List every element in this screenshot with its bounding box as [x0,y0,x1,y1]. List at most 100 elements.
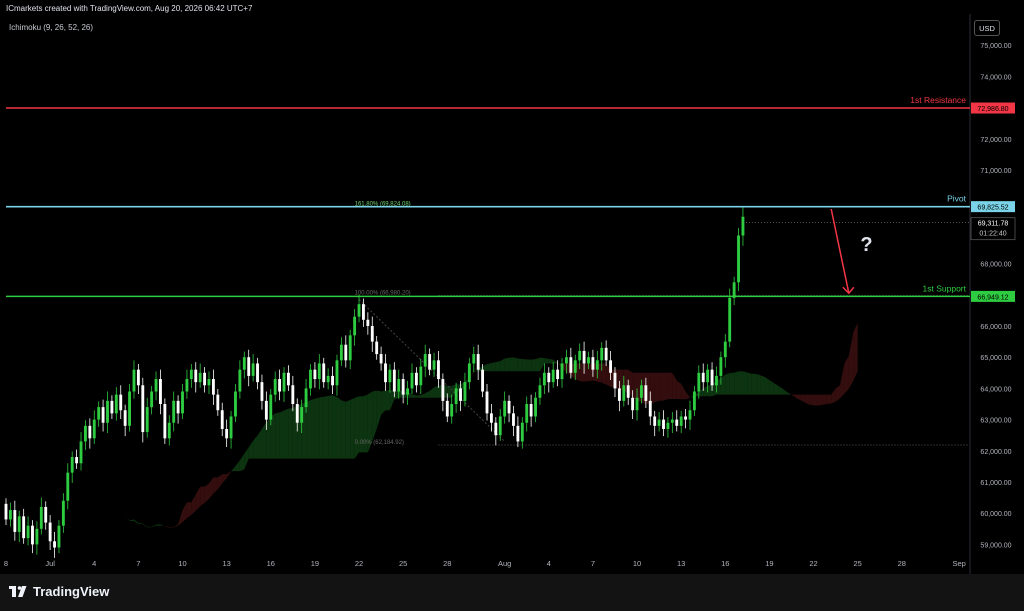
candle-body [467,363,471,383]
candle-body [119,394,123,411]
candle-body [692,391,696,411]
level-price-label-resistance: 72,986.80 [977,106,1008,113]
price-axis-label: 71,000.00 [980,168,1011,175]
candle-body [106,400,109,423]
cloud-segment [266,416,271,459]
candle-body [207,379,211,386]
candle-body [653,416,657,426]
candle-body [737,235,740,283]
candle-body [476,354,480,370]
candle-body [216,394,220,411]
candle-body [295,404,299,423]
price-axis-label: 74,000.00 [980,74,1011,81]
candle-body [437,360,440,380]
candle-body [238,369,242,392]
level-price-label-pivot: 69,825.52 [977,205,1008,212]
candle-body [229,416,233,439]
candle-body [507,400,511,414]
candle-body [604,347,608,361]
candle-body [66,472,70,501]
candle-body [648,400,652,417]
candle-body [57,525,61,548]
cloud-segment [306,400,311,459]
cloud-segment [632,372,638,401]
candle-body [529,404,533,417]
candle-body [631,397,635,411]
candle-body [211,379,215,395]
candle-body [410,372,414,389]
cloud-segment [725,372,730,395]
cloud-segment [751,373,757,395]
candle-body [622,385,626,401]
cloud-segment [738,371,743,395]
cloud-segment [720,374,726,395]
candle-body [675,419,679,426]
cloud-segment [544,358,549,364]
candle-body [13,510,17,532]
level-name-pivot: Pivot [947,194,967,204]
candle-body [136,369,140,386]
candle-body [578,350,582,361]
candle-body [362,304,365,320]
candle-body [251,363,255,376]
time-axis-label: 4 [92,559,96,568]
candle-body [388,369,392,383]
candle-body [234,391,237,417]
candle-body [512,413,515,426]
candle-body [706,369,710,383]
time-axis-label: 25 [399,559,407,568]
price-axis-label: 65,000.00 [980,355,1011,362]
candle-body [609,360,612,373]
candle-body [8,510,12,520]
candle-body [88,425,92,439]
candle-body [326,375,330,383]
cloud-segment [756,373,761,395]
tradingview-logo[interactable]: TradingView [9,584,109,599]
cloud-segment [328,395,333,459]
cloud-segment [853,322,858,381]
time-axis-label: Aug [498,559,511,568]
candle-body [145,407,149,433]
candle-body [322,363,326,383]
candle-body [719,357,723,376]
cloud-segment [747,372,752,395]
candle-body [489,413,493,423]
candle-body [723,341,727,358]
fib-label: 100.00% (66,980.20) [355,290,411,296]
candle-body [4,503,8,520]
candle-body [286,372,290,386]
price-chart[interactable]: 161.80% (69,824.08)100.00% (66,980.20)0.… [0,0,1024,611]
candle-body [617,388,621,401]
candle-body [657,419,661,426]
cloud-segment [200,486,205,507]
indicator-label[interactable]: Ichimoku (9, 26, 52, 26) [9,23,93,32]
time-axis-label: 22 [809,559,817,568]
candle-body [348,335,352,361]
candle-body [481,369,485,392]
candle-body [300,407,304,423]
candle-body [701,372,705,383]
candle-body [379,354,383,364]
cloud-segment [341,400,346,459]
time-axis-label: 22 [355,559,363,568]
candle-body [70,457,74,473]
cloud-segment [275,412,280,459]
candle-body [397,379,401,392]
candle-body [172,400,176,423]
cloud-segment [584,363,589,382]
candle-body [44,506,48,523]
candle-body [697,372,701,392]
currency-button[interactable]: USD [974,20,1000,36]
cloud-segment [760,375,766,395]
cloud-segment [663,372,668,401]
candle-body [163,404,167,439]
candle-body [454,388,458,404]
candle-body [83,425,87,442]
candle-body [547,372,551,383]
cloud-segment [279,410,285,459]
candle-body [97,407,101,420]
cloud-segment [526,359,532,372]
price-axis-label: 63,000.00 [980,418,1011,425]
price-axis-label: 66,000.00 [980,324,1011,331]
cloud-segment [765,377,770,395]
